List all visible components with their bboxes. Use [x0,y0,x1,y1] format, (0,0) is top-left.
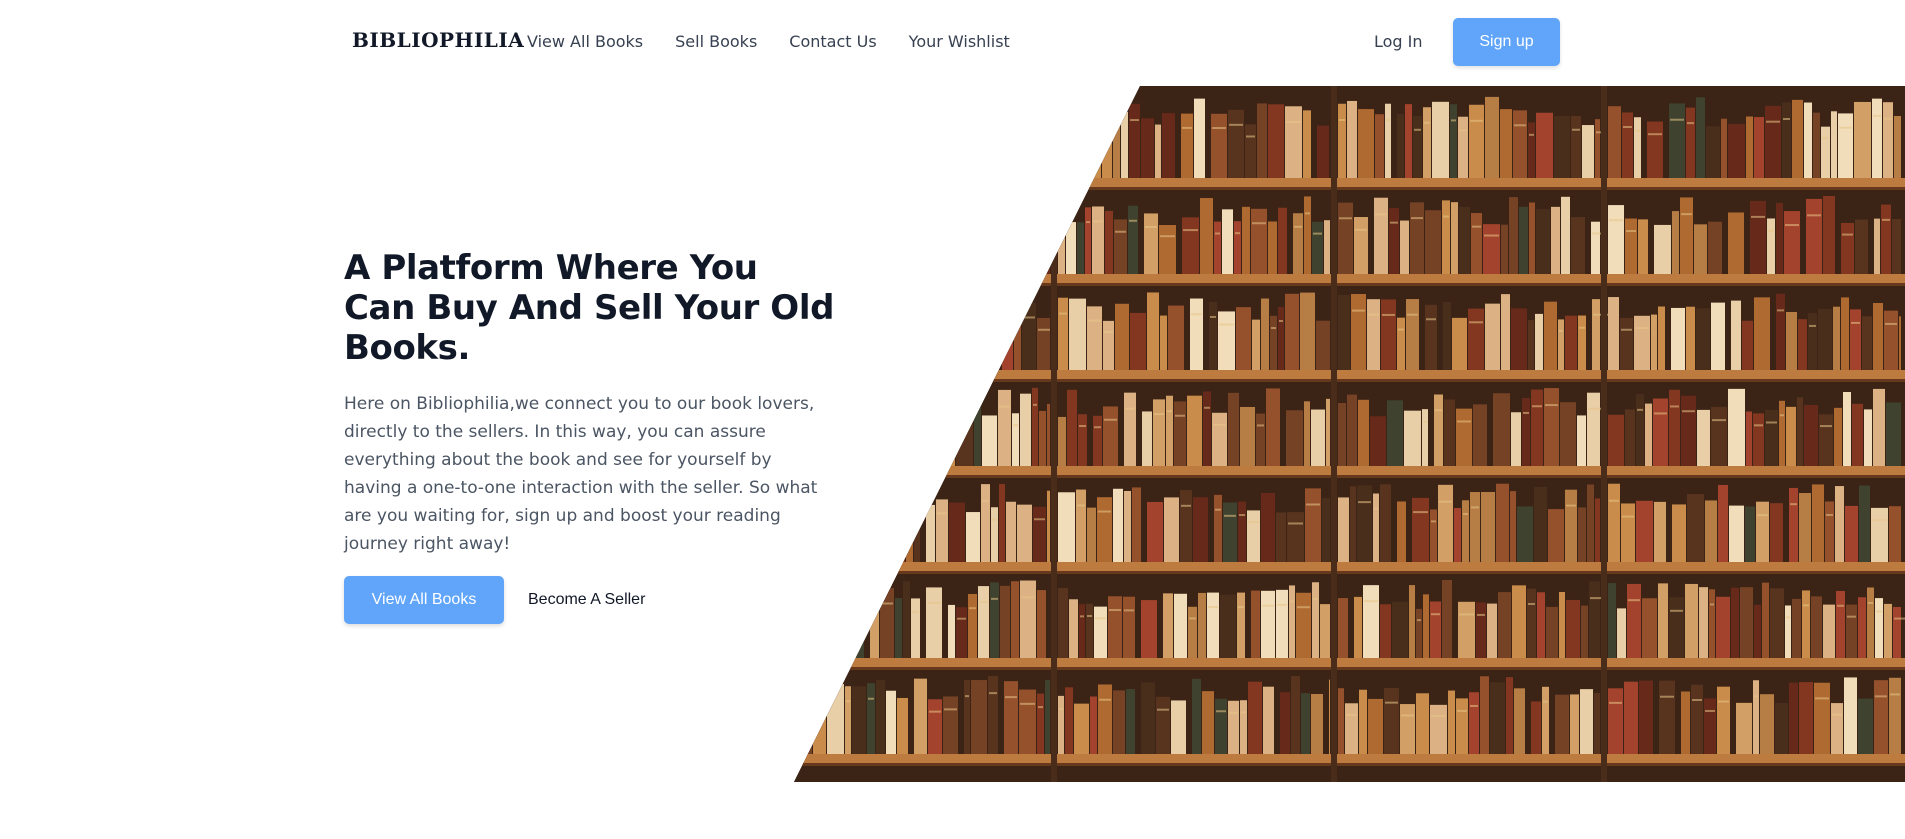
login-link[interactable]: Log In [1374,32,1423,51]
hero-description: Here on Bibliophilia,we connect you to o… [344,394,818,554]
nav-link-your-wishlist[interactable]: Your Wishlist [909,32,1010,51]
nav-link-view-all-books[interactable]: View All Books [527,32,643,51]
nav-links: View All Books Sell Books Contact Us You… [527,32,1042,51]
hero-title: A Platform Where You Can Buy And Sell Yo… [344,248,835,368]
bookshelf-illustration [794,86,1905,782]
hero-section: A Platform Where You Can Buy And Sell Yo… [344,248,834,624]
signup-button[interactable]: Sign up [1453,18,1560,66]
brand-logo[interactable]: BIBLIOPHILIA [352,28,524,52]
hero-actions: View All Books Become A Seller [344,576,834,624]
navbar: BIBLIOPHILIA View All Books Sell Books C… [0,0,1905,84]
nav-link-sell-books[interactable]: Sell Books [675,32,757,51]
become-a-seller-button[interactable]: Become A Seller [528,591,645,609]
landing-page: BIBLIOPHILIA View All Books Sell Books C… [0,0,1905,839]
bookshelf-image [794,86,1905,782]
view-all-books-button[interactable]: View All Books [344,576,504,624]
nav-link-contact-us[interactable]: Contact Us [789,32,876,51]
